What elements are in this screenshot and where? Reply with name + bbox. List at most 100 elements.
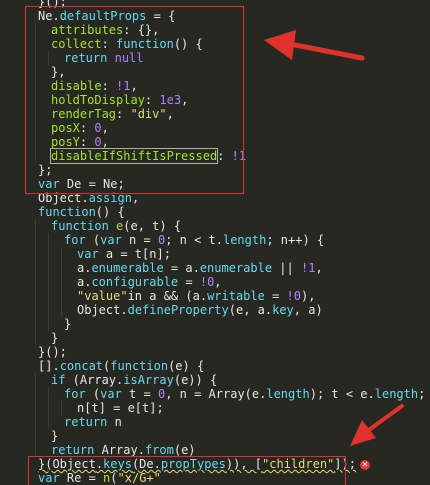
- code-line[interactable]: for (var t = 0, n = Array(e.length); t <…: [0, 387, 430, 401]
- indent-guide: [35, 401, 36, 415]
- code-token: Object: [52, 457, 96, 471]
- code-token: !0: [199, 275, 215, 289]
- code-line-content: var De = Ne;: [38, 177, 125, 191]
- code-token: }();: [38, 0, 67, 9]
- code-line[interactable]: for (var n = 0; n < t.length; n++) {: [0, 233, 430, 247]
- code-token: defaultProps: [59, 9, 147, 23]
- code-line-content: posX: 0,: [51, 121, 109, 135]
- code-line-content: for (var t = 0, n = Array(e.length); t <…: [64, 387, 430, 401]
- code-line[interactable]: posX: 0,: [0, 121, 430, 135]
- code-line[interactable]: posY: 0,: [0, 135, 430, 149]
- code-line[interactable]: Ne.defaultProps = {: [0, 9, 430, 23]
- indent-guide: [35, 37, 36, 51]
- code-token: }(: [38, 457, 53, 471]
- code-line[interactable]: }: [0, 331, 430, 345]
- code-line[interactable]: [].concat(function(e) {: [0, 359, 430, 373]
- code-token: var: [100, 387, 122, 401]
- code-token: collect: [51, 37, 102, 51]
- indent-guide: [35, 247, 36, 261]
- code-line[interactable]: a.configurable = !0,: [0, 275, 430, 289]
- code-line[interactable]: attributes: {},: [0, 23, 430, 37]
- code-line[interactable]: "value"in a && (a.writable = !0),: [0, 289, 430, 303]
- code-line-content: }: [51, 331, 58, 345]
- code-line[interactable]: }();: [0, 345, 430, 359]
- code-line[interactable]: var a = t[n];: [0, 247, 430, 261]
- code-line[interactable]: if (Array.isArray(e)) {: [0, 373, 430, 387]
- code-line[interactable]: function() {: [0, 205, 430, 219]
- code-line[interactable]: return null: [0, 51, 430, 65]
- code-line[interactable]: disable: !1,: [0, 79, 430, 93]
- code-token: attributes: [51, 23, 124, 37]
- code-line[interactable]: return Array.from(e): [0, 443, 430, 457]
- error-icon[interactable]: ✕: [359, 459, 370, 470]
- code-token: isArray: [123, 373, 174, 387]
- code-token: for: [64, 233, 86, 247]
- code-line[interactable]: function e(e, t) {: [0, 219, 430, 233]
- code-line[interactable]: a.enumerable = a.enumerable || !1,: [0, 261, 430, 275]
- code-line-content: disableIfShiftIsPressed: !1: [49, 148, 246, 164]
- code-token: !0: [286, 289, 301, 303]
- code-token: var: [77, 247, 99, 261]
- code-line[interactable]: }: [0, 429, 430, 443]
- code-line[interactable]: disableIfShiftIsPressed: !1: [0, 148, 430, 164]
- code-token: (e, t) {: [123, 219, 182, 233]
- code-token: ; n < t.: [165, 233, 223, 247]
- code-line[interactable]: },: [0, 65, 430, 79]
- code-line[interactable]: Object.defineProperty(e, a.key, a): [0, 303, 430, 317]
- code-line-content: return n: [64, 415, 122, 429]
- code-line[interactable]: }(Object.keys(De.propTypes)), ["children…: [0, 457, 430, 471]
- code-token: ,: [166, 107, 174, 121]
- code-line[interactable]: };: [0, 163, 430, 177]
- code-token: "div": [130, 107, 167, 121]
- code-line[interactable]: var De = Ne;: [0, 177, 430, 191]
- code-token: :: [217, 149, 232, 163]
- code-token: : {},: [123, 23, 160, 37]
- code-line[interactable]: holdToDisplay: 1e3,: [0, 93, 430, 107]
- code-line[interactable]: }();: [0, 0, 430, 9]
- code-line-content: Ne.defaultProps = {: [38, 9, 175, 23]
- code-lines: }(); Ne.defaultProps = {attributes: {}, co…: [0, 0, 430, 485]
- code-editor[interactable]: }(); Ne.defaultProps = {attributes: {}, co…: [0, 0, 430, 485]
- code-token: posY: [51, 135, 80, 149]
- code-token: :: [79, 121, 95, 135]
- code-line[interactable]: return n: [0, 415, 430, 429]
- indent-guide: [35, 387, 36, 401]
- code-token: return: [64, 415, 108, 429]
- code-line[interactable]: Object.assign,: [0, 191, 430, 205]
- code-token: function: [110, 359, 169, 373]
- code-token: in a && (a.: [127, 289, 208, 303]
- indent-guide: [61, 247, 62, 261]
- indent-guide: [35, 23, 36, 37]
- code-token: .: [95, 457, 104, 471]
- code-token: 1e3: [159, 93, 182, 107]
- code-line[interactable]: }: [0, 317, 430, 331]
- code-token: .: [120, 303, 128, 317]
- indent-guide: [48, 317, 49, 331]
- code-token: n =: [121, 233, 158, 247]
- code-token: = {: [146, 9, 176, 23]
- code-line[interactable]: n[t] = e[t];: [0, 401, 430, 415]
- code-token: holdToDisplay: [51, 93, 145, 107]
- code-token: !1: [300, 261, 316, 275]
- indent-guide: [61, 289, 62, 303]
- code-token: 0: [94, 135, 102, 149]
- indent-guide: [48, 275, 49, 289]
- code-line[interactable]: var Re = n("x/G+": [0, 471, 430, 485]
- code-line[interactable]: renderTag: "div",: [0, 107, 430, 121]
- code-token: configurable: [91, 275, 179, 289]
- code-token: var: [38, 177, 60, 191]
- code-token: Array: [208, 387, 245, 401]
- code-line[interactable]: collect: function() {: [0, 37, 430, 51]
- code-token: enumerable: [199, 261, 273, 275]
- code-token: ,: [181, 93, 189, 107]
- indent-guide: [35, 261, 36, 275]
- code-line-content: };: [38, 163, 52, 177]
- code-token: (De.: [131, 457, 161, 471]
- code-token: ,: [101, 121, 109, 135]
- code-token: ; n++) {: [266, 233, 325, 247]
- indent-guide: [35, 219, 36, 233]
- indent-guide: [35, 289, 36, 303]
- code-token: .: [81, 191, 89, 205]
